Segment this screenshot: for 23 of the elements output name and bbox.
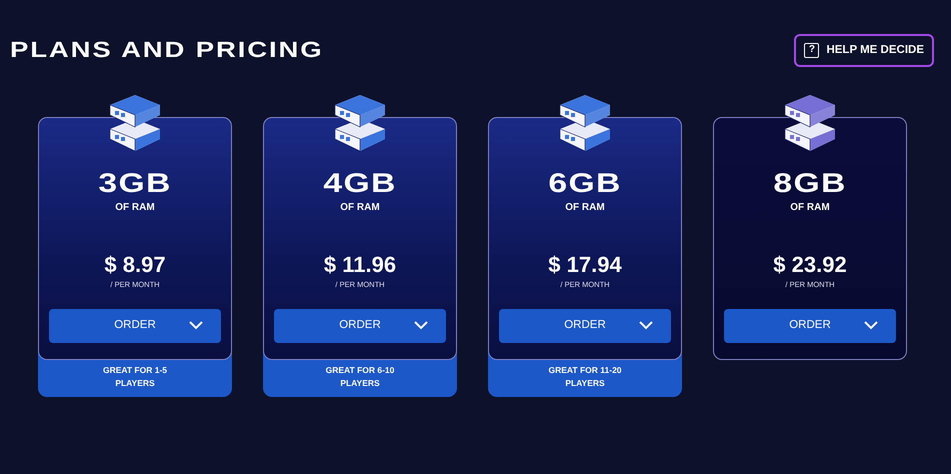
ram-label: OF RAM [339,201,381,216]
ram-label: OF RAM [789,201,831,216]
chevron-down-icon [189,320,203,330]
order-button[interactable]: ORDER [499,308,671,342]
price: $ 17.94 [547,254,623,276]
order-button[interactable]: ORDER [274,308,446,342]
ram-amount: 6GB [547,170,623,198]
chevron-down-icon [414,320,428,330]
price: $ 11.96 [322,254,398,276]
help-icon: ? [804,43,820,58]
chevron-down-icon [639,320,653,330]
ram-amount: 3GB [97,170,173,198]
page-title: PLANS AND PRICING [10,37,324,64]
price: $ 23.92 [772,254,848,276]
chevron-down-icon [864,320,878,330]
ram-label: OF RAM [564,201,606,216]
ram-amount: 4GB [322,170,398,198]
price: $ 8.97 [103,254,167,276]
order-button[interactable]: ORDER [49,308,221,342]
ram-amount: 8GB [772,170,848,198]
order-button[interactable]: ORDER [724,308,896,342]
ram-label: OF RAM [114,201,156,216]
help-me-decide-button[interactable]: ? HELP ME DECIDE [794,34,934,68]
